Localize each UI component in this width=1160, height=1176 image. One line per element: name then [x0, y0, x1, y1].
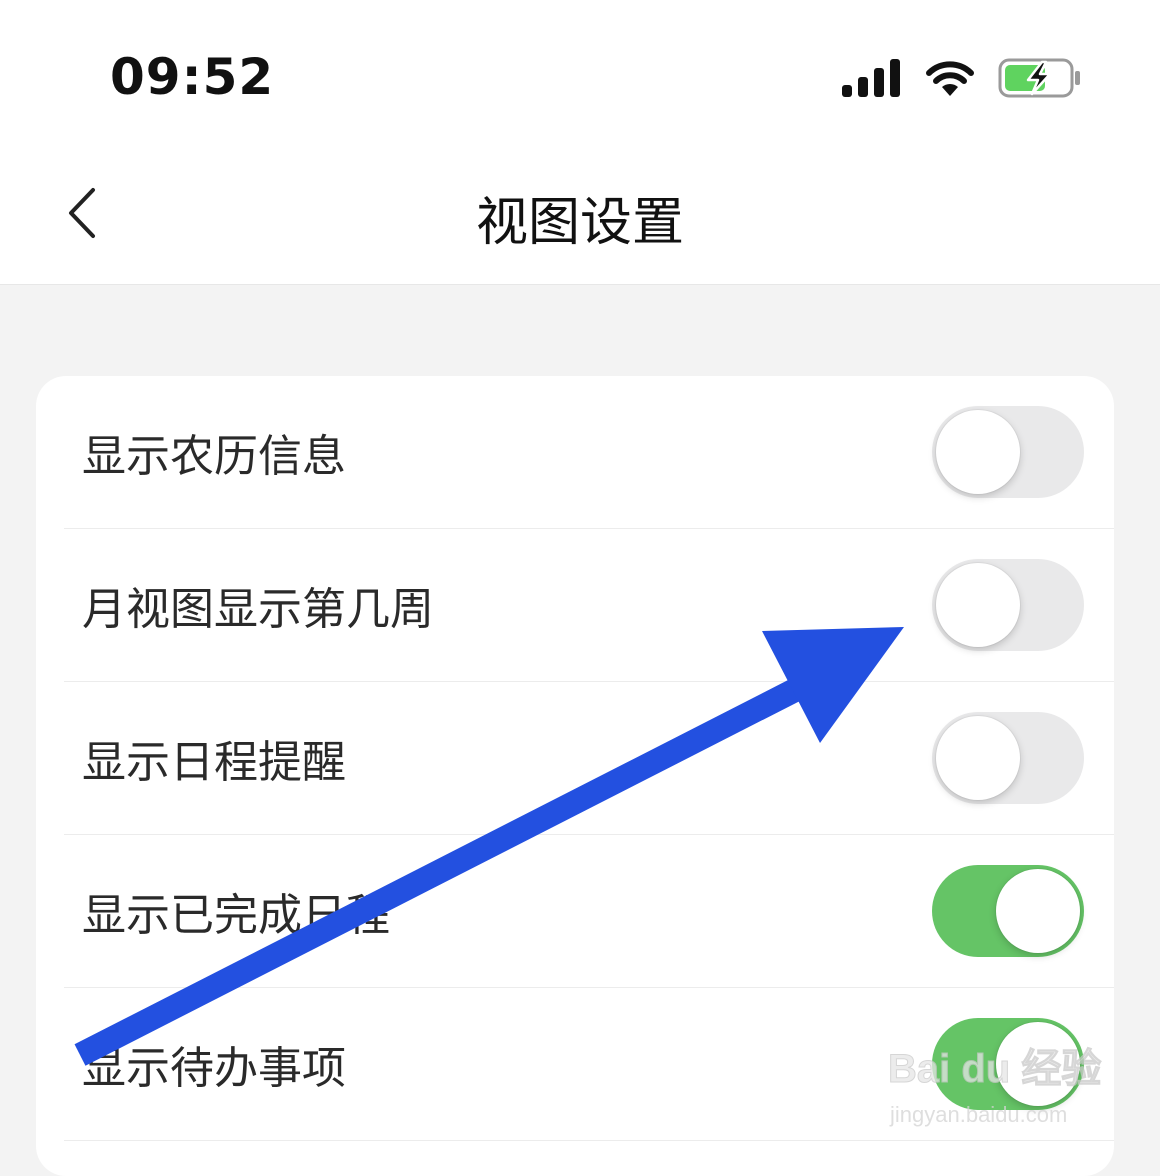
settings-card: 显示农历信息 月视图显示第几周 显示日程提醒 显示已完成日程 显示待办事项 [36, 376, 1114, 1176]
cellular-signal-icon [842, 59, 900, 97]
status-icons [842, 56, 1082, 100]
settings-row-label: 显示日程提醒 [82, 737, 346, 788]
week-number-toggle[interactable] [932, 559, 1084, 651]
settings-row-label: 显示待办事项 [82, 1043, 346, 1094]
toggle-knob [996, 1022, 1080, 1106]
lunar-info-toggle[interactable] [932, 406, 1084, 498]
settings-row-week-number: 月视图显示第几周 [64, 529, 1114, 682]
toggle-knob [996, 869, 1080, 953]
battery-charging-icon [998, 58, 1080, 98]
toggle-knob [936, 563, 1020, 647]
toggle-knob [936, 716, 1020, 800]
settings-row-reminders: 显示日程提醒 [64, 682, 1114, 835]
settings-row-label: 显示已完成日程 [82, 890, 390, 941]
settings-row-label: 显示农历信息 [82, 431, 346, 482]
settings-row-label: 月视图显示第几周 [82, 584, 434, 635]
status-time: 09:52 [110, 48, 275, 106]
settings-row-lunar: 显示农历信息 [64, 376, 1114, 529]
completed-schedule-toggle[interactable] [932, 865, 1084, 957]
settings-row-completed: 显示已完成日程 [64, 835, 1114, 988]
schedule-reminder-toggle[interactable] [932, 712, 1084, 804]
settings-row-todo: 显示待办事项 [64, 988, 1114, 1141]
toggle-knob [936, 410, 1020, 494]
header-area: 09:52 视图设置 [0, 0, 1160, 285]
page-title: 视图设置 [475, 193, 684, 253]
wifi-icon [926, 61, 974, 96]
todo-items-toggle[interactable] [932, 1018, 1084, 1110]
